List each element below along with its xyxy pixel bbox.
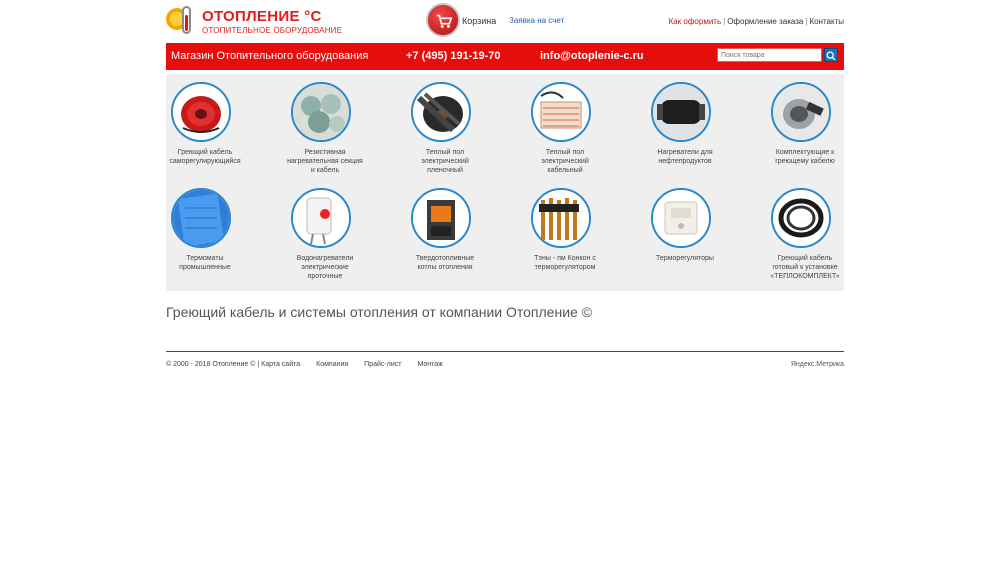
category-item[interactable]: Тэны - пм Конкон с терморегулятором <box>526 180 639 288</box>
category-image <box>531 188 591 248</box>
category-label: Водонагреватели электрические проточные <box>296 255 354 280</box>
top-links: Как оформить | Оформление заказа | Контакты <box>668 17 844 26</box>
logo-title: ОТОПЛЕНИЕ °С <box>202 8 322 25</box>
top-link-how[interactable]: Как оформить <box>669 17 722 26</box>
category-item[interactable]: Нагреватели для нефтепродуктов <box>646 74 759 182</box>
category-label: Греющий кабель саморегулирующийся <box>169 149 241 165</box>
logo-subtitle: ОТОПИТЕЛЬНОЕ ОБОРУДОВАНИЕ <box>202 26 343 35</box>
category-label: Теплый пол электрический пленочный <box>421 149 469 174</box>
category-item[interactable]: Резистивная нагревательная секция и кабе… <box>286 74 399 182</box>
category-label: Резистивная нагревательная секция и кабе… <box>287 149 363 174</box>
red-info-bar: Магазин Отопительного оборудования +7 (4… <box>166 43 844 70</box>
category-label: Теплый пол электрический кабельный <box>541 149 589 174</box>
thermometer-icon <box>182 6 191 34</box>
footer-link-price[interactable]: Прайс-лист <box>364 361 401 368</box>
phone-number[interactable]: +7 (495) 191-19-70 <box>406 50 500 62</box>
footer-link-install[interactable]: Монтаж <box>417 361 442 368</box>
category-item[interactable]: Терморегуляторы <box>646 180 759 288</box>
category-image <box>291 82 351 142</box>
category-label: Комплектующие к греющему кабелю <box>775 149 835 165</box>
category-image <box>771 82 831 142</box>
category-image <box>291 188 351 248</box>
category-item[interactable]: Теплый пол электрический пленочный <box>406 74 519 182</box>
yandex-metrika-badge[interactable]: Яндекс.Метрика <box>791 361 844 368</box>
footer-divider <box>166 351 844 352</box>
copyright[interactable]: © 2000 - 2018 Отопление © | Карта сайта <box>166 361 300 368</box>
category-label: Термоматы промышленные <box>179 255 231 271</box>
category-item[interactable]: Греющий кабель готовый к установке «ТЕПЛ… <box>766 180 879 288</box>
category-grid: Греющий кабель саморегулирующийся Резист… <box>166 74 844 291</box>
category-item[interactable]: Водонагреватели электрические проточные <box>286 180 399 288</box>
category-image <box>411 188 471 248</box>
search-button[interactable] <box>824 48 838 62</box>
footer: © 2000 - 2018 Отопление © | Карта сайта К… <box>166 361 443 368</box>
cart-icon <box>436 14 453 28</box>
category-item[interactable]: Комплектующие к греющему кабелю <box>766 74 879 182</box>
category-label: Твердотопливные котлы отопления <box>415 255 475 271</box>
category-label: Терморегуляторы <box>656 255 714 262</box>
footer-link-company[interactable]: Компания <box>316 361 348 368</box>
top-link-order[interactable]: Оформление заказа <box>727 17 803 26</box>
category-item[interactable]: Греющий кабель саморегулирующийся <box>166 74 279 182</box>
category-label: Тэны - пм Конкон с терморегулятором <box>534 255 596 271</box>
category-image <box>651 188 711 248</box>
invoice-link[interactable]: Заявка на счет <box>509 16 564 25</box>
category-item[interactable]: Твердотопливные котлы отопления <box>406 180 519 288</box>
category-item[interactable]: Термоматы промышленные <box>166 180 279 288</box>
category-image <box>171 82 231 142</box>
category-image <box>411 82 471 142</box>
top-link-contacts[interactable]: Контакты <box>809 17 844 26</box>
cart-circle <box>426 3 460 37</box>
category-label: Нагреватели для нефтепродуктов <box>657 149 713 165</box>
category-label: Греющий кабель готовый к установке «ТЕПЛ… <box>770 255 840 280</box>
email-link[interactable]: info@otoplenie-c.ru <box>540 50 644 62</box>
cart-label: Корзина <box>462 16 497 26</box>
category-image <box>531 82 591 142</box>
category-item[interactable]: Теплый пол электрический кабельный <box>526 74 639 182</box>
page-headline: Греющий кабель и системы отопления от ко… <box>166 304 593 320</box>
category-image <box>171 188 231 248</box>
site-logo[interactable]: ОТОПЛЕНИЕ °С ОТОПИТЕЛЬНОЕ ОБОРУДОВАНИЕ <box>166 4 342 38</box>
category-image <box>651 82 711 142</box>
search-icon <box>826 51 836 61</box>
search-input[interactable] <box>717 48 822 62</box>
shop-title: Магазин Отопительного оборудования <box>171 50 369 62</box>
category-image <box>771 188 831 248</box>
